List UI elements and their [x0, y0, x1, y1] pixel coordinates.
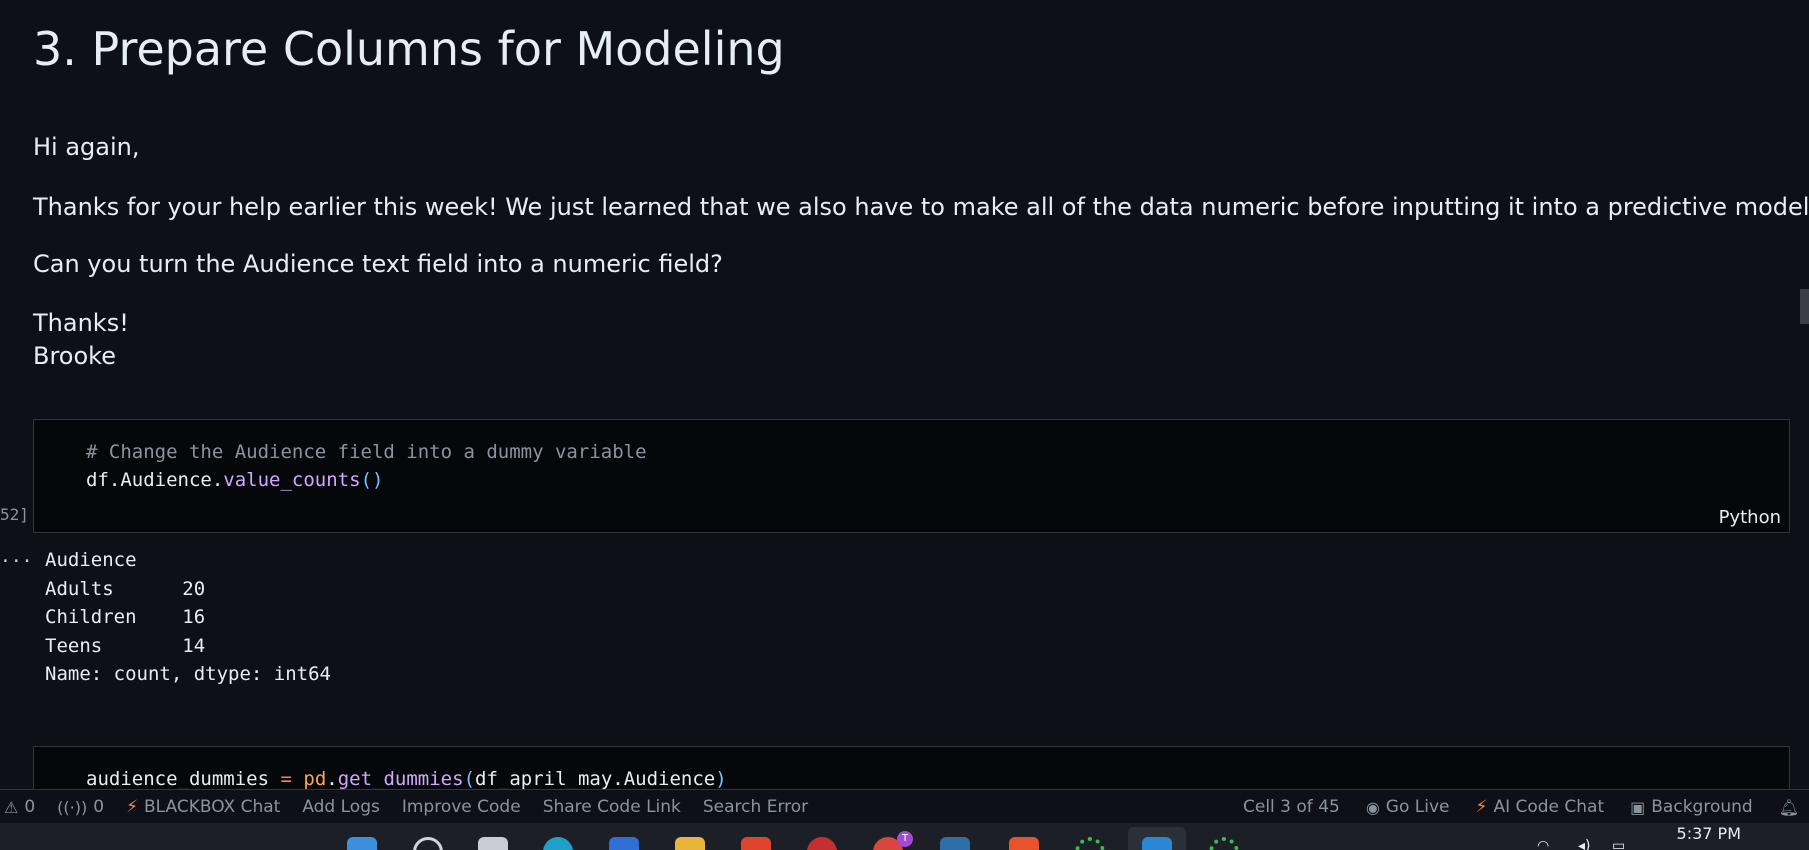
volume-icon[interactable]: ◂) — [1578, 838, 1591, 850]
markdown-line-request: Thanks for your help earlier this week! … — [33, 193, 1809, 221]
problems-indicator[interactable]: ⚠ 0 — [4, 797, 35, 817]
share-code-link-button[interactable]: Share Code Link — [543, 797, 681, 817]
loading-icon[interactable] — [1075, 837, 1105, 850]
search-icon[interactable] — [413, 837, 443, 850]
start-icon[interactable] — [347, 837, 377, 850]
code-object: df.Audience. — [86, 469, 224, 491]
markdown-line-thanks: Thanks! — [33, 309, 129, 337]
ai-code-chat-button[interactable]: ⚡ AI Code Chat — [1476, 797, 1605, 817]
loading-icon[interactable] — [1209, 837, 1239, 850]
code-module: pd — [303, 768, 327, 789]
clock[interactable]: 5:37 PM — [1677, 824, 1741, 843]
markdown-line-question: Can you turn the Audience text field int… — [33, 250, 723, 278]
add-logs-button[interactable]: Add Logs — [302, 797, 380, 817]
output-line: Audience — [45, 549, 137, 571]
vscode-icon[interactable] — [1142, 837, 1172, 850]
cell-output: Audience Adults 20 Children 16 Teens 14 … — [45, 546, 331, 689]
code-paren: () — [360, 469, 384, 491]
error-count: 0 — [24, 797, 36, 817]
improve-code-button[interactable]: Improve Code — [402, 797, 521, 817]
search-error-button[interactable]: Search Error — [703, 797, 808, 817]
ports-indicator[interactable]: ((·)) 0 — [57, 797, 104, 817]
section-heading: 3. Prepare Columns for Modeling — [33, 22, 785, 76]
code-function: value_counts — [223, 469, 361, 491]
cell-position[interactable]: Cell 3 of 45 — [1243, 797, 1340, 817]
code-variable: audience_dummies — [86, 768, 270, 789]
broadcast-icon: ((·)) — [57, 797, 88, 817]
brave-icon[interactable] — [741, 837, 771, 850]
network-icon[interactable]: ◠ — [1537, 838, 1549, 850]
code-cell-get-dummies[interactable]: audience_dummies = pd.get_dummies(df_apr… — [33, 746, 1790, 789]
code-dot: . — [326, 768, 338, 789]
ai-code-chat-label: AI Code Chat — [1493, 797, 1605, 817]
app-icon[interactable] — [1009, 837, 1039, 850]
document-lock-icon: ▣ — [1630, 797, 1646, 817]
ports-count: 0 — [93, 797, 105, 817]
notebook-editor: 3. Prepare Columns for Modeling Hi again… — [0, 0, 1809, 789]
code-function: get_dummies — [337, 768, 464, 789]
code-cell-value-counts[interactable]: # Change the Audience field into a dummy… — [33, 419, 1790, 533]
warning-icon: ⚠ — [4, 797, 19, 817]
go-live-button[interactable]: ◉ Go Live — [1366, 797, 1450, 817]
database-icon[interactable] — [940, 837, 970, 850]
output-line: Children 16 — [45, 606, 206, 628]
file-explorer-icon[interactable] — [675, 837, 705, 850]
code-line: audience_dummies = pd.get_dummies(df_apr… — [86, 765, 727, 789]
code-paren-close: ) — [715, 768, 727, 789]
background-button[interactable]: ▣ Background — [1630, 797, 1753, 817]
status-bar: ⚠ 0 ((·)) 0 ⚡ BLACKBOX Chat Add Logs Imp… — [0, 789, 1809, 823]
markdown-line-signature: Brooke — [33, 342, 116, 370]
background-label: Background — [1651, 797, 1753, 817]
antenna-icon: ◉ — [1365, 797, 1380, 817]
markdown-line-greeting: Hi again, — [33, 133, 140, 161]
cell-language-label[interactable]: Python — [1719, 507, 1781, 528]
output-line: Name: count, dtype: int64 — [45, 663, 331, 685]
blackbox-chat-label: BLACKBOX Chat — [144, 797, 281, 817]
code-argument: df_april_may.Audience — [475, 768, 716, 789]
go-live-label: Go Live — [1385, 797, 1450, 817]
output-line: Teens 14 — [45, 634, 206, 657]
code-line: df.Audience.value_counts() — [86, 466, 383, 494]
code-comment: # Change the Audience field into a dummy… — [86, 441, 647, 463]
taskbar: T ◠ ◂) ▭ 5:37 PM — [0, 823, 1809, 850]
execution-count: 52] — [0, 505, 29, 524]
edge-icon[interactable] — [543, 837, 573, 850]
code-operator: = — [280, 768, 292, 789]
output-menu-icon[interactable]: ... — [0, 546, 33, 567]
app-icon[interactable] — [807, 837, 837, 850]
profile-badge: T — [897, 831, 913, 847]
copilot-icon[interactable] — [609, 837, 639, 850]
bolt-icon: ⚡ — [1475, 797, 1488, 817]
code-paren-open: ( — [463, 768, 476, 789]
bell-icon: 🔔︎ — [1778, 797, 1799, 817]
scrollbar-thumb[interactable] — [1800, 289, 1809, 324]
output-line: Adults 20 — [45, 577, 206, 600]
notifications-button[interactable]: 🔔︎ — [1779, 798, 1799, 817]
bolt-icon: ⚡ — [126, 797, 138, 817]
blackbox-chat-button[interactable]: ⚡ BLACKBOX Chat — [126, 797, 280, 817]
battery-icon[interactable]: ▭ — [1612, 838, 1625, 850]
task-view-icon[interactable] — [478, 837, 508, 850]
